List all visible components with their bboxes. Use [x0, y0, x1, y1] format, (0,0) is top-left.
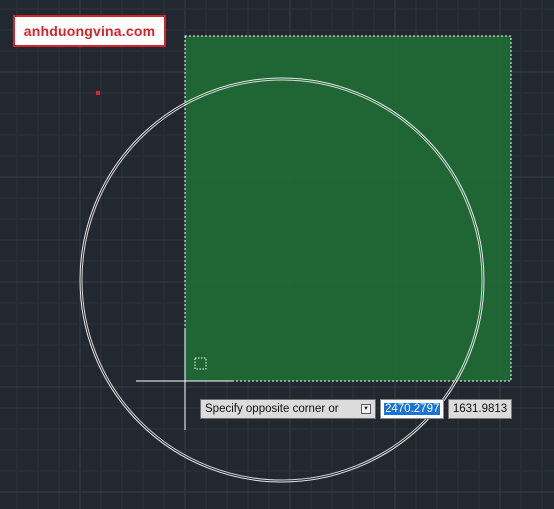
command-prompt-text: Specify opposite corner or — [205, 403, 339, 415]
y-coordinate-value: 1631.9813 — [452, 403, 508, 415]
x-coordinate-value: 2470.2797 — [384, 403, 441, 415]
command-prompt-tooltip: Specify opposite corner or ▼ — [200, 399, 376, 419]
drawing-canvas[interactable]: anhduongvina.com Specify opposite corner… — [0, 0, 554, 509]
y-coordinate-input[interactable]: 1631.9813 — [448, 399, 512, 419]
watermark-logo: anhduongvina.com — [13, 15, 166, 47]
red-point-marker — [96, 91, 100, 95]
watermark-text: anhduongvina.com — [23, 23, 156, 39]
model-space[interactable] — [0, 0, 554, 509]
x-coordinate-input[interactable]: 2470.2797 — [380, 399, 444, 419]
selection-window — [184, 35, 512, 382]
down-arrow-icon[interactable]: ▼ — [361, 404, 371, 414]
